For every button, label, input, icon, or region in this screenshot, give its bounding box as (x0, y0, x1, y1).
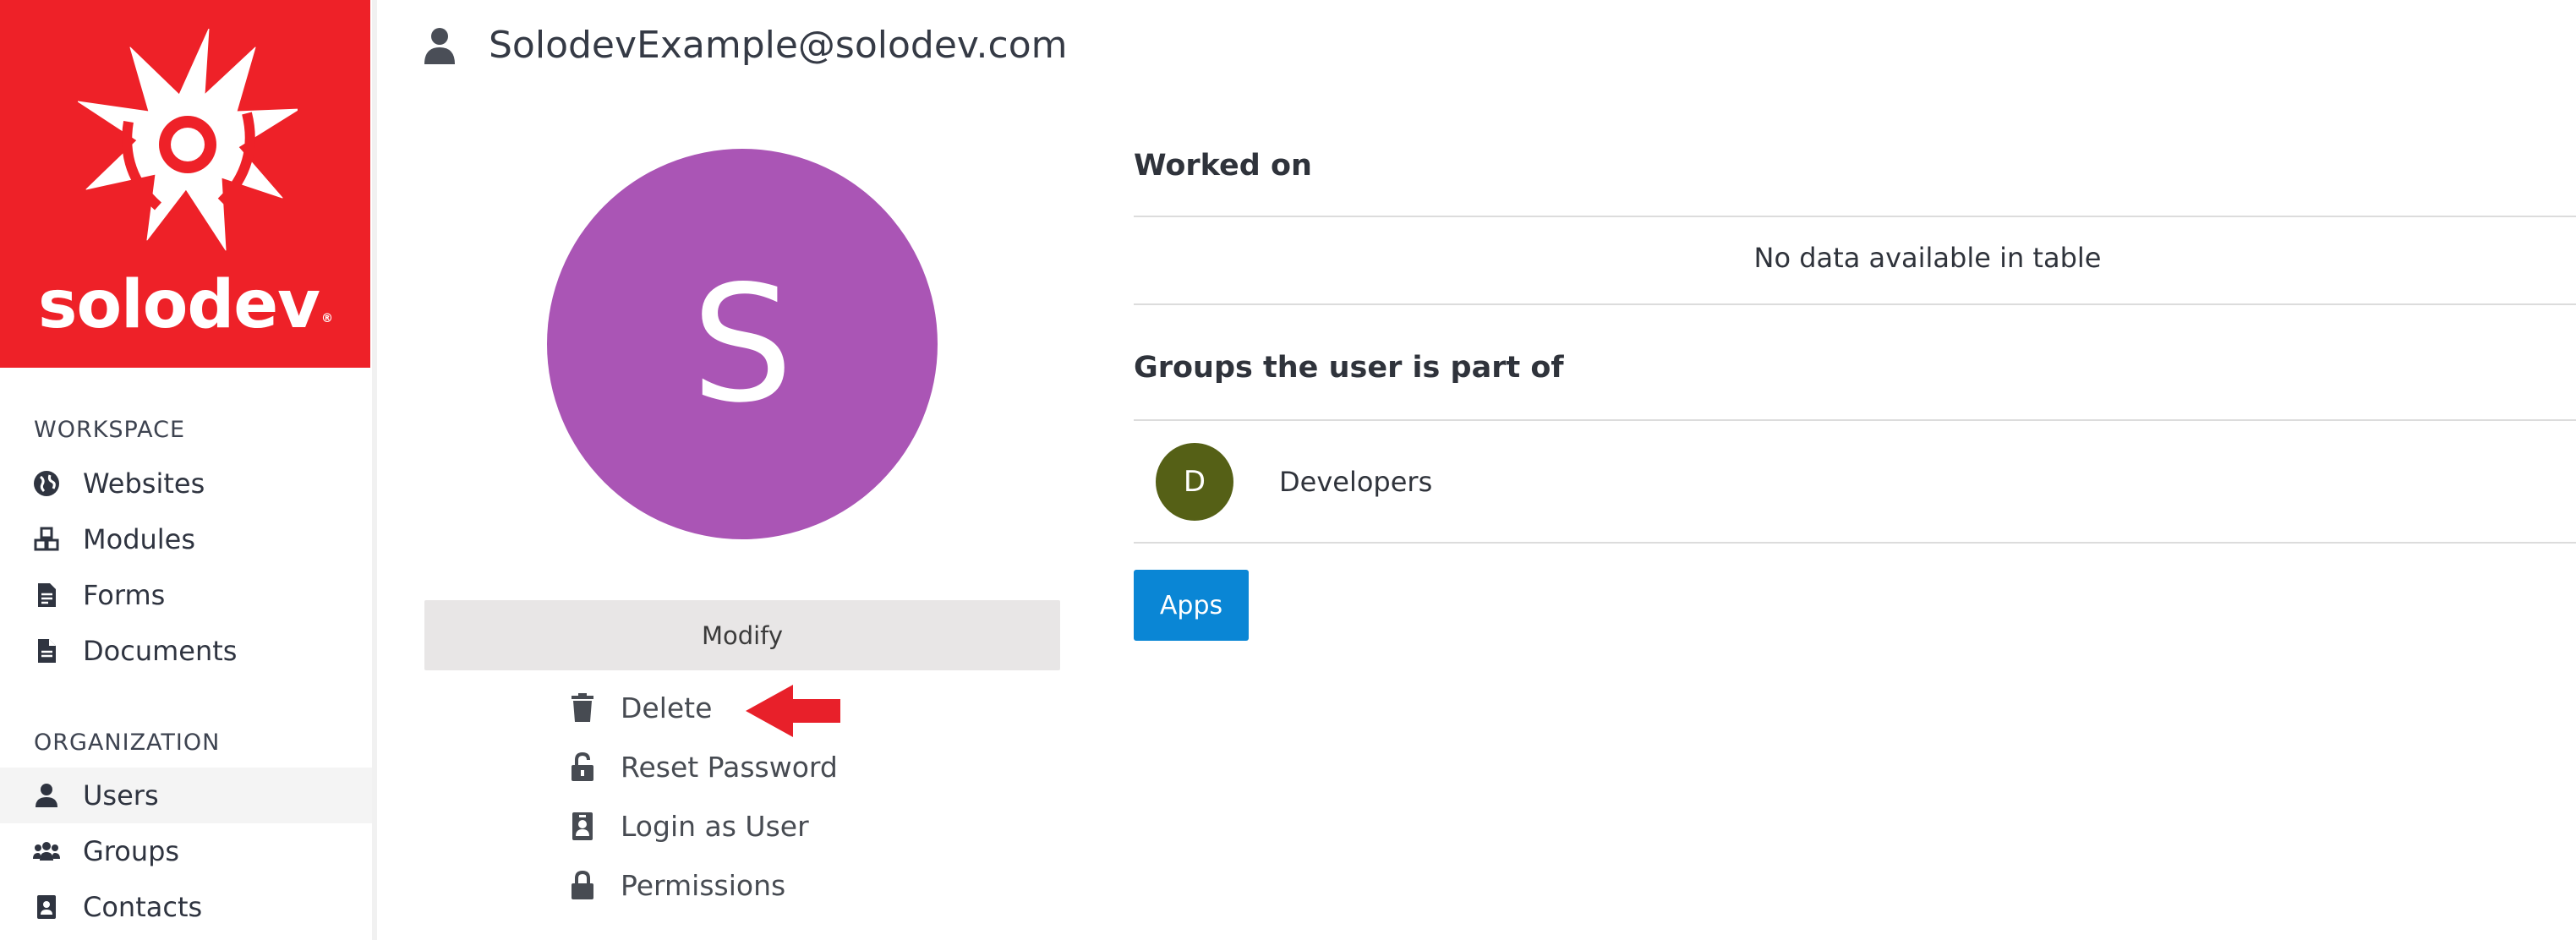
cubes-icon (32, 525, 61, 554)
modify-button[interactable]: Modify (424, 600, 1060, 670)
sidebar-item-label: Contacts (83, 891, 203, 923)
red-arrow-annotation (746, 685, 840, 737)
apps-button[interactable]: Apps (1134, 570, 1249, 641)
divider (1134, 303, 2576, 305)
brand-wordmark: solodev ® (38, 267, 333, 343)
sidebar-item-label: Websites (83, 467, 205, 500)
sidebar-item-contacts[interactable]: Contacts (0, 879, 372, 935)
sidebar-item-documents[interactable]: Documents (0, 623, 372, 679)
reset-password-action[interactable]: Reset Password (568, 741, 838, 792)
worked-on-empty-message: No data available in table (1753, 242, 2102, 274)
delete-action[interactable]: Delete (568, 682, 712, 733)
sidebar-item-users[interactable]: Users (0, 768, 372, 823)
sidebar-item-forms[interactable]: Forms (0, 567, 372, 623)
sidebar-item-websites[interactable]: Websites (0, 456, 372, 511)
globe-icon (32, 469, 61, 498)
divider (1134, 419, 2576, 421)
section-title-organization: ORGANIZATION (34, 730, 221, 756)
form-icon (32, 581, 61, 609)
divider (1134, 216, 2576, 217)
group-avatar: D (1156, 443, 1233, 521)
group-row-developers[interactable]: D Developers (1134, 423, 2576, 541)
lock-icon (568, 869, 597, 901)
section-title-workspace: WORKSPACE (34, 417, 186, 443)
sidebar-item-label: Forms (83, 579, 166, 611)
reset-password-label: Reset Password (621, 750, 838, 784)
user-icon (424, 27, 455, 64)
user-icon (32, 781, 61, 810)
sidebar-item-label: Users (83, 779, 159, 812)
sidebar-item-label: Groups (83, 835, 180, 867)
group-name: Developers (1279, 466, 1433, 498)
contact-card-icon (32, 893, 61, 921)
sidebar-item-modules[interactable]: Modules (0, 511, 372, 567)
divider (1134, 542, 2576, 544)
sidebar-item-groups[interactable]: Groups (0, 823, 372, 879)
permissions-action[interactable]: Permissions (568, 860, 785, 910)
page-header: SolodevExample@solodev.com (423, 24, 1068, 67)
sidebar: solodev ® WORKSPACE Websites Modules Form… (0, 0, 377, 940)
sidebar-item-label: Modules (83, 523, 196, 555)
solodev-star-icon (78, 29, 298, 251)
login-as-user-label: Login as User (621, 809, 809, 843)
brand-logo[interactable]: solodev ® (0, 0, 370, 368)
login-as-user-action[interactable]: Login as User (568, 801, 809, 851)
id-badge-icon (568, 810, 597, 842)
worked-on-heading: Worked on (1134, 149, 1312, 183)
trash-icon (568, 691, 597, 724)
users-icon (32, 837, 61, 866)
sidebar-item-label: Documents (83, 635, 238, 667)
groups-heading: Groups the user is part of (1134, 351, 1564, 385)
permissions-label: Permissions (621, 868, 786, 902)
user-email-title: SolodevExample@solodev.com (489, 24, 1068, 67)
delete-label: Delete (621, 691, 713, 724)
unlock-icon (568, 751, 597, 783)
document-icon (32, 637, 61, 665)
user-avatar: S (547, 149, 938, 539)
